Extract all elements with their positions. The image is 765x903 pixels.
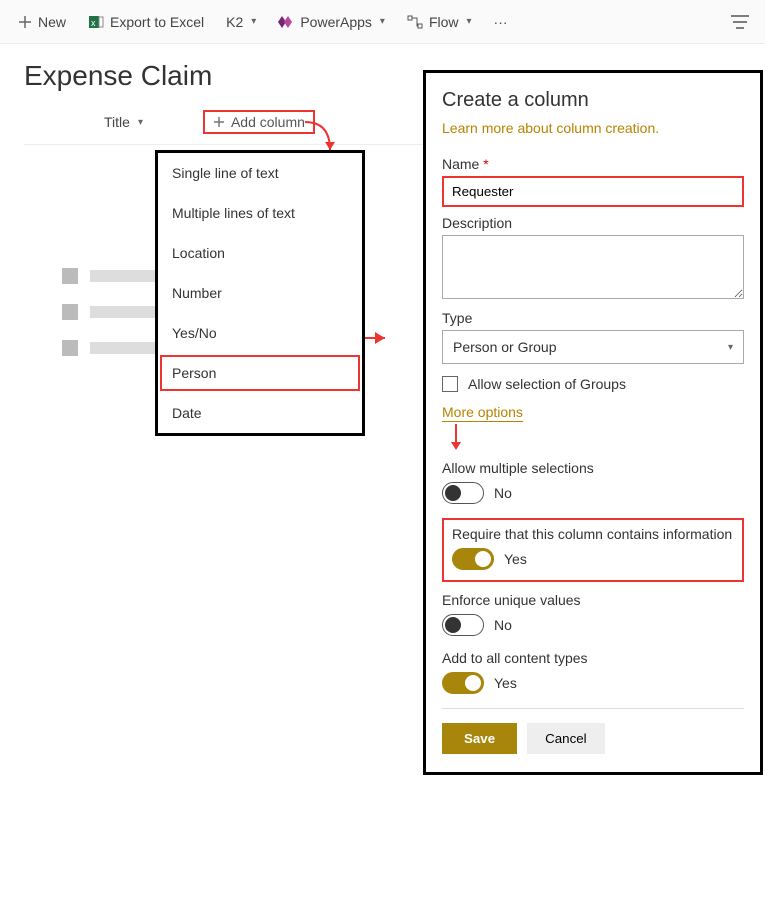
type-value: Person or Group (453, 339, 557, 355)
powerapps-label: PowerApps (300, 14, 372, 30)
allow-multi-label: Allow multiple selections (442, 460, 744, 476)
more-button[interactable]: ··· (486, 8, 516, 36)
column-type-number[interactable]: Number (158, 273, 362, 313)
column-type-menu: Single line of text Multiple lines of te… (155, 150, 365, 436)
command-bar: New x Export to Excel K2 ▾ PowerApps ▾ F… (0, 0, 765, 44)
description-input[interactable] (442, 235, 744, 299)
learn-more-link[interactable]: Learn more about column creation. (442, 120, 659, 136)
more-icon: ··· (494, 14, 508, 30)
required-asterisk: * (483, 156, 488, 172)
excel-icon: x (88, 14, 104, 30)
svg-text:x: x (91, 18, 96, 28)
unique-label: Enforce unique values (442, 592, 744, 608)
flow-label: Flow (429, 14, 459, 30)
list-placeholder-rows (90, 270, 160, 354)
plus-icon (213, 116, 225, 128)
cancel-button[interactable]: Cancel (527, 723, 605, 754)
more-options-link[interactable]: More options (442, 404, 523, 422)
more-options-row: More options (442, 404, 744, 450)
chevron-down-icon: ▾ (138, 117, 143, 128)
chevron-down-icon: ▾ (380, 16, 385, 27)
allow-groups-checkbox[interactable] (442, 376, 458, 392)
list-item (90, 342, 160, 354)
panel-footer: Save Cancel (442, 708, 744, 754)
allow-multi-row: Allow multiple selections No (442, 460, 744, 504)
column-type-multi-line[interactable]: Multiple lines of text (158, 193, 362, 233)
column-type-single-line[interactable]: Single line of text (158, 153, 362, 193)
column-type-yesno[interactable]: Yes/No (158, 313, 362, 353)
unique-value: No (494, 617, 512, 633)
required-row-highlight: Require that this column contains inform… (442, 518, 744, 582)
required-label: Require that this column contains inform… (452, 526, 734, 542)
column-type-location[interactable]: Location (158, 233, 362, 273)
list-item (90, 306, 160, 318)
content-types-label: Add to all content types (442, 650, 744, 666)
content-types-toggle[interactable] (442, 672, 484, 694)
type-label: Type (442, 310, 744, 326)
unique-toggle[interactable] (442, 614, 484, 636)
export-excel-button[interactable]: x Export to Excel (80, 8, 212, 36)
flow-icon (407, 15, 423, 29)
plus-icon (18, 15, 32, 29)
column-type-person[interactable]: Person (158, 353, 362, 393)
column-header-label: Title (104, 114, 130, 130)
column-type-date[interactable]: Date (158, 393, 362, 433)
powerapps-icon (278, 15, 294, 29)
allow-groups-label: Allow selection of Groups (468, 376, 626, 392)
flow-button[interactable]: Flow ▾ (399, 8, 480, 36)
add-column-button[interactable]: Add column (203, 110, 315, 134)
filter-pane-toggle[interactable] (725, 9, 755, 35)
allow-multi-toggle[interactable] (442, 482, 484, 504)
column-header-title[interactable]: Title ▾ (104, 114, 143, 130)
required-value: Yes (504, 551, 527, 567)
allow-multi-value: No (494, 485, 512, 501)
name-label: Name * (442, 156, 744, 172)
new-label: New (38, 14, 66, 30)
new-button[interactable]: New (10, 8, 74, 36)
content-types-value: Yes (494, 675, 517, 691)
type-select[interactable]: Person or Group ▾ (442, 330, 744, 364)
allow-groups-row: Allow selection of Groups (442, 376, 744, 392)
name-input[interactable] (442, 176, 744, 207)
chevron-down-icon: ▾ (728, 342, 733, 353)
k2-label: K2 (226, 14, 243, 30)
panel-title: Create a column (442, 89, 744, 112)
required-toggle[interactable] (452, 548, 494, 570)
chevron-down-icon: ▾ (251, 16, 256, 27)
add-column-label: Add column (231, 114, 305, 130)
chevron-down-icon: ▾ (467, 16, 472, 27)
list-item (90, 270, 160, 282)
save-button[interactable]: Save (442, 723, 517, 754)
k2-button[interactable]: K2 ▾ (218, 8, 264, 36)
content-types-row: Add to all content types Yes (442, 650, 744, 694)
unique-row: Enforce unique values No (442, 592, 744, 636)
create-column-panel: Create a column Learn more about column … (423, 70, 763, 775)
powerapps-button[interactable]: PowerApps ▾ (270, 8, 393, 36)
annotation-arrow (448, 424, 464, 452)
content-area: Title ▾ Add column Single line of text M… (0, 100, 765, 145)
export-label: Export to Excel (110, 14, 204, 30)
description-label: Description (442, 215, 744, 231)
